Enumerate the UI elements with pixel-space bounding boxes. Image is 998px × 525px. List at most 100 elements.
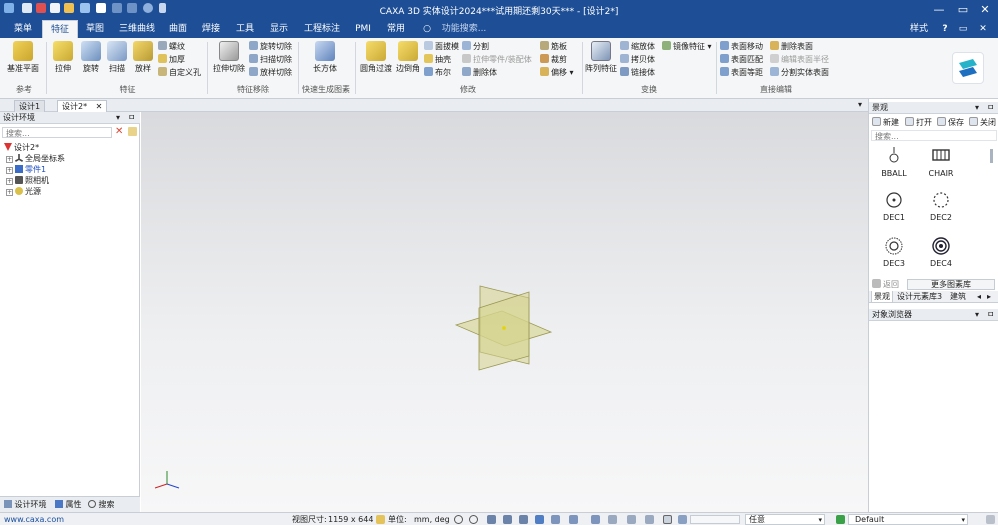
select-arrow-icon[interactable] (663, 515, 672, 524)
tab-scroll-left-icon[interactable]: ◂ (977, 291, 981, 303)
thread-button[interactable]: 螺纹 (158, 41, 185, 53)
trim-button[interactable]: 裁剪 (540, 54, 567, 66)
maximize-button[interactable]: ▭ (952, 2, 974, 17)
save-library-button[interactable]: 保存 (937, 117, 964, 129)
tab-tools[interactable]: 工具 (230, 20, 260, 38)
tab-doc-design2[interactable]: 设计2* ✕ (57, 100, 108, 112)
section-icon[interactable] (569, 515, 578, 524)
close-library-button[interactable]: 关闭 (969, 117, 996, 129)
face-move-button[interactable]: 表面移动 (720, 41, 763, 53)
library-item-dec2[interactable]: DEC2 (919, 191, 963, 222)
view-options-icon[interactable] (627, 515, 636, 524)
new-library-button[interactable]: 新建 (872, 117, 899, 129)
zoom-window-icon[interactable] (469, 515, 478, 524)
tab-architecture[interactable]: 建筑 (950, 291, 966, 303)
split-face-button[interactable]: 分割实体表面 (770, 67, 829, 79)
orient-icon[interactable] (519, 515, 528, 524)
doc-tab-scroll-icon[interactable]: ▾ (858, 100, 862, 109)
back-button[interactable]: 返回 (872, 279, 899, 291)
tab-surface[interactable]: 曲面 (163, 20, 193, 38)
tree-item-design2[interactable]: 设计2* (4, 142, 39, 153)
revolve-button[interactable]: 旋转 (78, 41, 104, 74)
tab-design-elements-3[interactable]: 设计元素库3 (897, 291, 942, 303)
library-item-dec3[interactable]: DEC3 (872, 237, 916, 268)
rotate-icon[interactable] (503, 515, 512, 524)
tab-annotation[interactable]: 工程标注 (300, 20, 344, 38)
panel-dropdown-icon[interactable]: ▾ (975, 309, 979, 321)
clear-search-icon[interactable]: ✕ (115, 126, 123, 137)
link-body-button[interactable]: 链接体 (620, 67, 655, 79)
render-icon[interactable] (608, 515, 617, 524)
revolve-cut-button[interactable]: 旋转切除 (249, 41, 292, 53)
copy-body-button[interactable]: 拷贝体 (620, 54, 655, 66)
library-item-chair[interactable]: CHAIR (919, 147, 963, 178)
tab-search[interactable]: 搜索 (88, 499, 115, 511)
resize-grip-icon[interactable] (986, 515, 995, 524)
tab-feature[interactable]: 特征 (42, 20, 78, 38)
datum-planes[interactable] (454, 285, 553, 371)
close-tab-icon[interactable]: ✕ (96, 102, 103, 111)
expand-icon[interactable]: + (6, 156, 13, 163)
face-equidist-button[interactable]: 表面等距 (720, 67, 763, 79)
edit-radius-button[interactable]: 编辑表面半径 (770, 54, 829, 66)
tab-3d-curve[interactable]: 三维曲线 (113, 20, 161, 38)
custom-hole-button[interactable]: 自定义孔 (158, 67, 201, 79)
tab-sketch[interactable]: 草图 (80, 20, 110, 38)
scheme-dropdown[interactable]: Default ▾ (848, 514, 968, 525)
pin-icon[interactable]: ㅁ (987, 309, 994, 321)
open-library-button[interactable]: 打开 (905, 117, 932, 129)
display-mode-icon[interactable] (591, 515, 600, 524)
panel-dropdown-icon[interactable]: ▾ (116, 112, 120, 124)
tab-properties[interactable]: 属性 (55, 499, 82, 511)
split-button[interactable]: 分割 (462, 41, 489, 53)
tab-doc-design1[interactable]: 设计1 (14, 100, 46, 112)
function-search[interactable]: 功能搜索... (434, 20, 494, 38)
extrude-button[interactable]: 拉伸 (50, 41, 76, 74)
style-dropdown[interactable]: 样式 (908, 20, 930, 38)
website-link[interactable]: www.caxa.com (4, 514, 64, 525)
expand-icon[interactable]: + (6, 167, 13, 174)
offset-dropdown-icon[interactable]: ▾ (567, 68, 574, 77)
view-cube-icon[interactable] (535, 515, 544, 524)
more-library-button[interactable]: 更多图素库 (907, 279, 995, 290)
pin-icon[interactable]: ㅁ (987, 102, 994, 114)
chamfer-button[interactable]: 边倒角 (394, 41, 422, 74)
delete-body-button[interactable]: 删除体 (462, 67, 497, 79)
filter-mode-icon[interactable] (678, 515, 687, 524)
extrude-cut-button[interactable]: 拉伸切除 (210, 41, 248, 74)
library-scrollbar[interactable] (990, 149, 993, 163)
tab-scene[interactable]: 景观 (871, 291, 893, 303)
thicken-button[interactable]: 加厚 (158, 54, 185, 66)
mirror-dropdown-icon[interactable]: ▾ (705, 42, 712, 51)
shading-icon[interactable] (551, 515, 560, 524)
tree-item-light[interactable]: + 光源 (6, 186, 41, 197)
tab-weld[interactable]: 焊接 (196, 20, 226, 38)
tab-common[interactable]: 常用 (381, 20, 411, 38)
mirror-button[interactable]: 镜像特征 ▾ (662, 41, 712, 53)
loft-cut-button[interactable]: 放样切除 (249, 67, 292, 79)
array-button[interactable]: 阵列特征 (584, 41, 618, 74)
3d-viewport[interactable] (141, 112, 868, 512)
close-doc-icon[interactable]: ✕ (977, 20, 989, 38)
minimize-button[interactable]: — (928, 2, 950, 17)
rib-button[interactable]: 筋板 (540, 41, 567, 53)
scale-button[interactable]: 缩放体 (620, 41, 655, 53)
shell-button[interactable]: 抽壳 (424, 54, 451, 66)
origin-point[interactable] (502, 326, 506, 330)
datum-plane-button[interactable]: 基准平面 (4, 41, 42, 74)
zoom-icon[interactable] (454, 515, 463, 524)
tab-display[interactable]: 显示 (264, 20, 294, 38)
pan-icon[interactable] (487, 515, 496, 524)
tab-pmi[interactable]: PMI (350, 20, 376, 38)
stretch-part-button[interactable]: 拉伸零件/装配体 (462, 54, 532, 66)
delete-face-button[interactable]: 删除表面 (770, 41, 813, 53)
library-item-dec4[interactable]: DEC4 (919, 237, 963, 268)
library-item-dec1[interactable]: DEC1 (872, 191, 916, 222)
status-input[interactable] (690, 515, 740, 524)
face-match-button[interactable]: 表面匹配 (720, 54, 763, 66)
tree-item-part1[interactable]: + 零件1 (6, 164, 46, 175)
sweep-button[interactable]: 扫描 (104, 41, 130, 74)
sweep-cut-button[interactable]: 扫描切除 (249, 54, 292, 66)
close-button[interactable]: ✕ (974, 2, 996, 17)
fullscreen-icon[interactable] (645, 515, 654, 524)
